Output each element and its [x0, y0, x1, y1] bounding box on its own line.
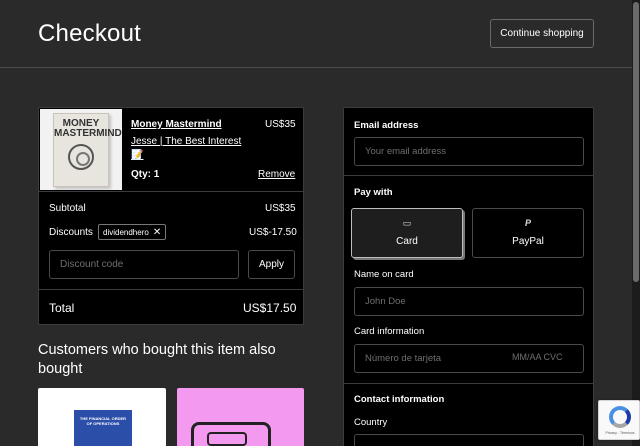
continue-shopping-button[interactable]: Continue shopping	[490, 19, 594, 48]
discount-code-input[interactable]	[49, 250, 239, 279]
discount-value: US$-17.50	[249, 227, 297, 238]
paypal-icon: P	[524, 218, 531, 228]
recommended-item[interactable]: THE FINANCIAL ORDER OF OPERATIONS	[38, 388, 166, 446]
scrollbar-thumb[interactable]	[633, 2, 639, 282]
product-name-link[interactable]: Money Mastermind	[131, 119, 222, 130]
subtotal-value: US$35	[265, 203, 296, 214]
discount-code: dividendhero	[103, 227, 149, 237]
total-value: US$17.50	[243, 301, 297, 315]
header: Checkout Continue shopping	[0, 0, 632, 68]
card-label: Card	[396, 236, 418, 247]
card-icon: ▭	[402, 218, 412, 228]
card-payment-button[interactable]: ▭ Card	[351, 208, 463, 258]
product-price: US$35	[265, 119, 296, 130]
book-cover: MONEY MASTERMIND	[53, 112, 122, 187]
discounts-label: Discounts	[49, 227, 93, 238]
book-cover-title: MONEY MASTERMIND	[54, 117, 122, 139]
divider	[39, 191, 303, 192]
email-label: Email address	[354, 120, 419, 131]
divider	[344, 383, 593, 384]
brain-icon	[68, 143, 94, 170]
product-quantity: Qty: 1	[131, 169, 160, 180]
recommendations-title: Customers who bought this item also boug…	[38, 342, 276, 377]
name-on-card-field[interactable]	[354, 287, 584, 316]
subtotal-label: Subtotal	[49, 203, 86, 214]
total-label: Total	[49, 301, 75, 315]
apply-button[interactable]: Apply	[248, 250, 295, 279]
page-title: Checkout	[38, 20, 141, 47]
divider	[344, 175, 593, 176]
close-icon[interactable]: ✕	[153, 227, 161, 238]
product-author-link[interactable]: Jesse | The Best Interest 📝	[131, 135, 251, 163]
card-expiry-cvc-placeholder[interactable]: MM/AA CVC	[512, 352, 563, 362]
recommended-item[interactable]	[177, 388, 304, 446]
country-label: Country	[354, 417, 388, 428]
divider	[39, 289, 303, 290]
country-select[interactable]	[354, 434, 584, 446]
discount-tag: dividendhero ✕	[98, 224, 167, 240]
paypal-label: PayPal	[512, 236, 544, 247]
product-illustration-detail	[207, 432, 247, 446]
recaptcha-badge[interactable]: Privacy - Términos	[598, 400, 640, 440]
recaptcha-text: Privacy - Términos	[605, 431, 635, 435]
paypal-payment-button[interactable]: P PayPal	[472, 208, 584, 258]
email-field[interactable]	[354, 137, 584, 166]
pay-with-label: Pay with	[354, 187, 393, 198]
contact-information-label: Contact information	[354, 394, 445, 405]
product-image[interactable]: MONEY MASTERMIND	[40, 109, 122, 190]
recaptcha-icon	[609, 406, 631, 428]
payment-form: Email address Pay with ▭ Card P PayPal N…	[343, 107, 594, 446]
remove-link[interactable]: Remove	[258, 169, 295, 180]
card-information-label: Card information	[354, 326, 425, 337]
name-on-card-label: Name on card	[354, 269, 414, 280]
book-cover-title: THE FINANCIAL ORDER OF OPERATIONS	[79, 416, 127, 426]
cart-summary: MONEY MASTERMIND Money Mastermind US$35 …	[38, 107, 304, 325]
